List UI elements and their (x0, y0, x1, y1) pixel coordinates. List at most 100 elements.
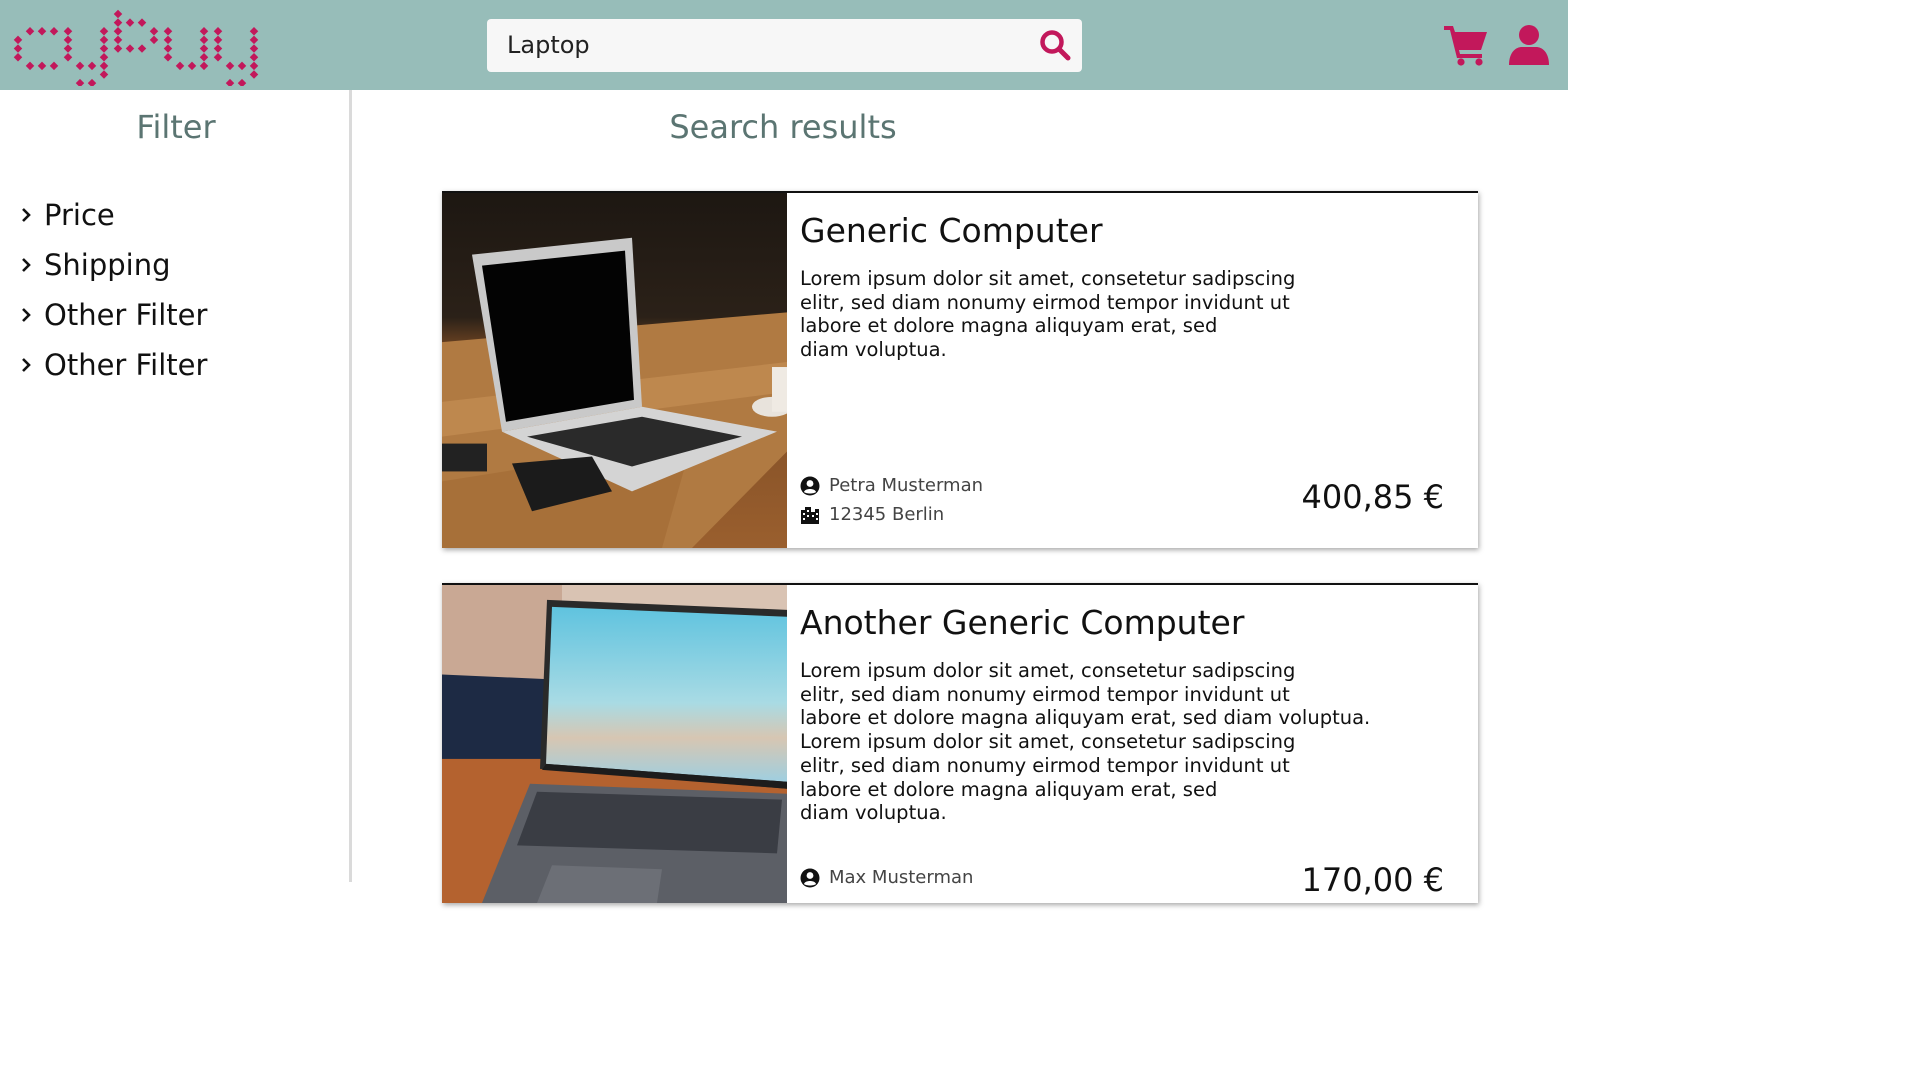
search-icon[interactable] (1038, 28, 1072, 62)
logo-dot (199, 61, 209, 71)
logo-dot (137, 18, 147, 27)
chevron-right-icon (22, 358, 31, 372)
logo-dot (213, 27, 223, 36)
product-title[interactable]: Generic Computer (800, 211, 1103, 250)
logo-dot (249, 61, 259, 71)
logo-dot (199, 52, 209, 62)
logo-dot (25, 61, 35, 71)
logo-dot (25, 27, 35, 36)
description-line: Lorem ipsum dolor sit amet, consetetur s… (800, 659, 1296, 682)
description-line: labore et dolore magna aliquyam erat, se… (800, 777, 1218, 801)
logo-dot (125, 44, 135, 53)
filter-item-shipping[interactable]: Shipping (18, 240, 207, 290)
logo-dot (49, 61, 59, 71)
logo-dot (237, 61, 247, 71)
logo-dot (99, 27, 109, 36)
chevron-right-icon (22, 258, 31, 272)
logo-dot (163, 52, 173, 62)
cybuy-logo[interactable] (12, 6, 262, 86)
logo-dot (113, 27, 123, 36)
logo-dot (99, 35, 109, 45)
seller-name: Max Musterman (829, 867, 974, 888)
chevron-right-icon (22, 208, 31, 222)
logo-dot (249, 44, 259, 53)
filter-title: Filter (136, 108, 216, 146)
product-description: Lorem ipsum dolor sit amet, consetetur s… (800, 267, 1360, 362)
logo-dot (113, 44, 123, 53)
logo-dot (163, 27, 173, 36)
logo-dot (49, 27, 59, 36)
description-line: labore et dolore magna aliquyam erat, se… (800, 706, 1371, 730)
product-image[interactable] (442, 585, 787, 903)
logo-dot (137, 44, 147, 53)
logo-dot (13, 35, 23, 45)
seller-location-row: 12345 Berlin (800, 504, 944, 525)
filter-item-label: Shipping (44, 248, 171, 282)
logo-dot (249, 52, 259, 62)
product-description: Lorem ipsum dolor sit amet, consetetur s… (800, 659, 1371, 825)
filter-sidebar: Filter Price Shipping Other Filter Other… (0, 90, 352, 882)
logo-dot (99, 52, 109, 62)
seller-name: Petra Musterman (829, 475, 984, 496)
chevron-right-icon (22, 308, 31, 322)
description-line: elitr, sed diam nonumy eirmod tempor inv… (800, 290, 1290, 314)
user-circle-icon (800, 476, 820, 495)
description-line: Lorem ipsum dolor sit amet, consetetur s… (800, 730, 1296, 754)
logo-dot (199, 44, 209, 53)
header-bar: Laptop (0, 0, 1568, 90)
product-image[interactable] (442, 193, 787, 548)
logo-dot (249, 35, 259, 45)
filter-item-price[interactable]: Price (18, 190, 207, 240)
logo-dot (75, 61, 85, 71)
description-line: elitr, sed diam nonumy eirmod tempor inv… (800, 682, 1290, 706)
filter-item-label: Other Filter (44, 298, 208, 332)
filter-item-other-2[interactable]: Other Filter (18, 340, 207, 390)
user-circle-icon (800, 868, 820, 887)
user-icon[interactable] (1508, 24, 1550, 66)
logo-dot (225, 78, 235, 86)
logo-dot (13, 52, 23, 62)
description-line: elitr, sed diam nonumy eirmod tempor inv… (800, 753, 1290, 777)
logo-dot (113, 35, 123, 45)
product-title[interactable]: Another Generic Computer (800, 603, 1244, 642)
search-input[interactable]: Laptop (507, 31, 590, 59)
description-line: diam voluptua. (800, 801, 947, 825)
seller-name-row: Petra Musterman (800, 475, 983, 496)
product-price: 170,00 € (1301, 861, 1445, 899)
logo-dot (63, 44, 73, 53)
logo-dot (87, 61, 97, 71)
logo-dot (75, 78, 85, 86)
logo-dot (99, 61, 109, 71)
logo-dot (37, 27, 47, 36)
logo-dot (175, 61, 185, 71)
filter-list: Price Shipping Other Filter Other Filter (18, 190, 207, 390)
logo-dot (199, 35, 209, 45)
description-line: diam voluptua. (800, 338, 947, 362)
building-icon (801, 506, 819, 524)
logo-dot (163, 35, 173, 45)
result-card[interactable]: Another Generic Computer Lorem ipsum dol… (442, 583, 1478, 903)
cart-icon[interactable] (1444, 24, 1488, 66)
logo-dot (63, 52, 73, 62)
logo-dot (187, 61, 197, 71)
logo-dot (149, 35, 159, 45)
logo-dot (213, 35, 223, 45)
search-bar[interactable]: Laptop (487, 19, 1082, 72)
logo-dot (163, 44, 173, 53)
filter-item-other-1[interactable]: Other Filter (18, 290, 207, 340)
logo-dot (113, 18, 123, 27)
logo-dot (63, 35, 73, 45)
logo-dot (213, 44, 223, 53)
logo-dot (237, 78, 247, 86)
logo-dot (87, 78, 97, 86)
result-card[interactable]: Generic Computer Lorem ipsum dolor sit a… (442, 191, 1478, 548)
description-line: Lorem ipsum dolor sit amet, consetetur s… (800, 267, 1296, 290)
logo-dot (199, 27, 209, 36)
logo-dot (99, 44, 109, 53)
logo-dot (213, 52, 223, 62)
logo-dot (249, 70, 259, 79)
results-title: Search results (669, 108, 897, 146)
seller-location: 12345 Berlin (829, 504, 945, 525)
description-line: labore et dolore magna aliquyam erat, se… (800, 314, 1218, 338)
logo-dot (37, 61, 47, 71)
